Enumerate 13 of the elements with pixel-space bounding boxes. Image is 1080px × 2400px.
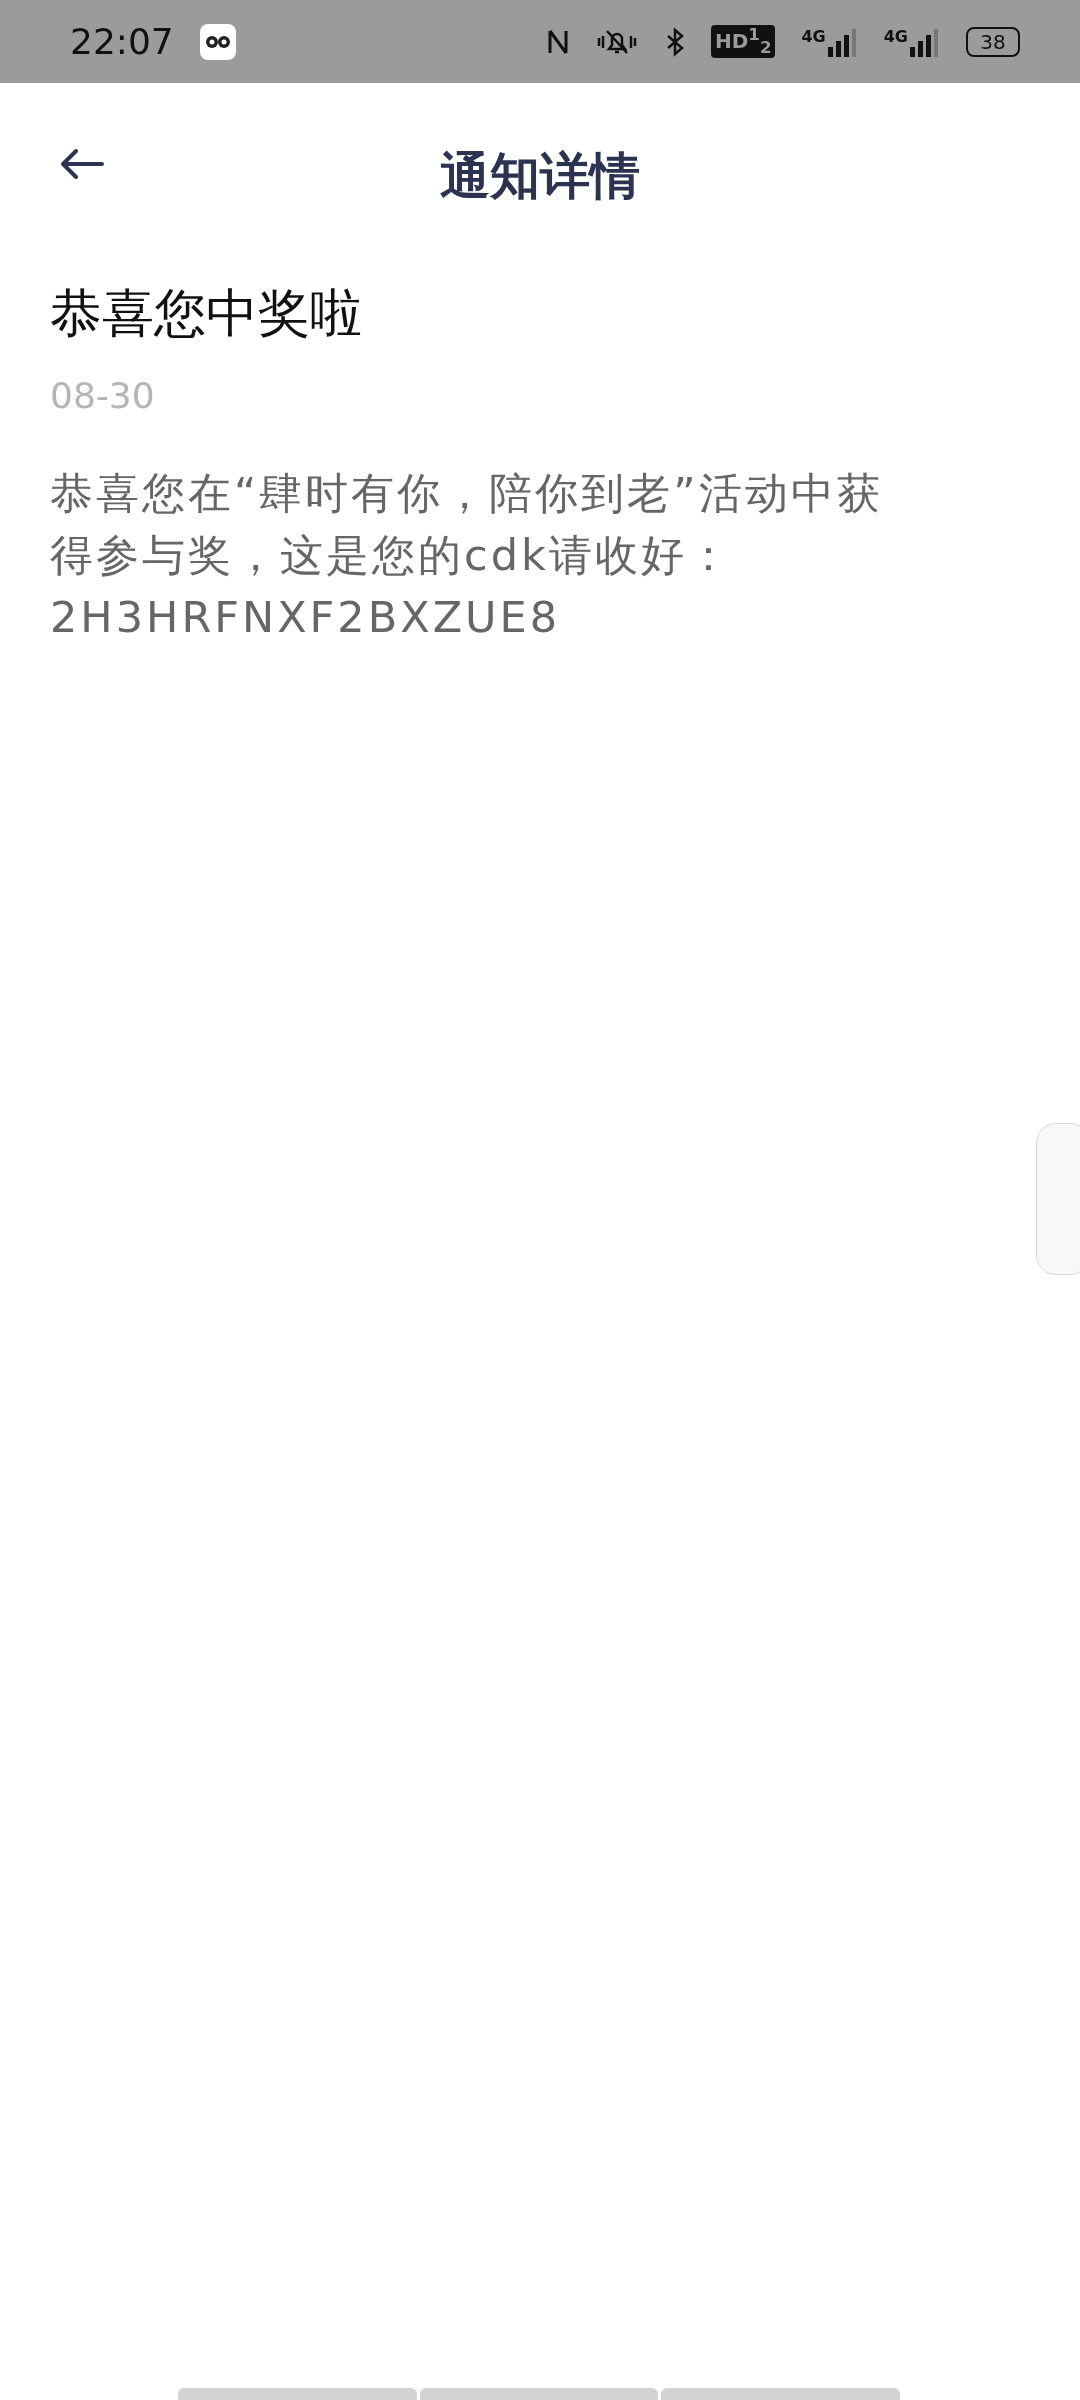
notice-text: 恭喜您在“肆时有你，陪你到老”活动中获得参与奖，这是您的cdk请收好：2H3HRFNXF2BXZUE8 [50,467,884,644]
notice-date: 08-30 [50,375,156,416]
notice-title: 恭喜您中奖啦 [50,282,363,345]
network-type: 4G [801,26,826,46]
status-time: 22:07 [70,21,174,62]
owl-app-icon [199,23,236,60]
floating-side-handle[interactable] [1036,1123,1080,1275]
back-arrow-icon[interactable] [60,148,104,180]
signal-icon [827,26,858,57]
signal-icon [910,26,940,57]
network-type: 4G [883,26,908,46]
battery-icon: 38 [966,26,1020,57]
page-title: 通知详情 [440,145,640,207]
